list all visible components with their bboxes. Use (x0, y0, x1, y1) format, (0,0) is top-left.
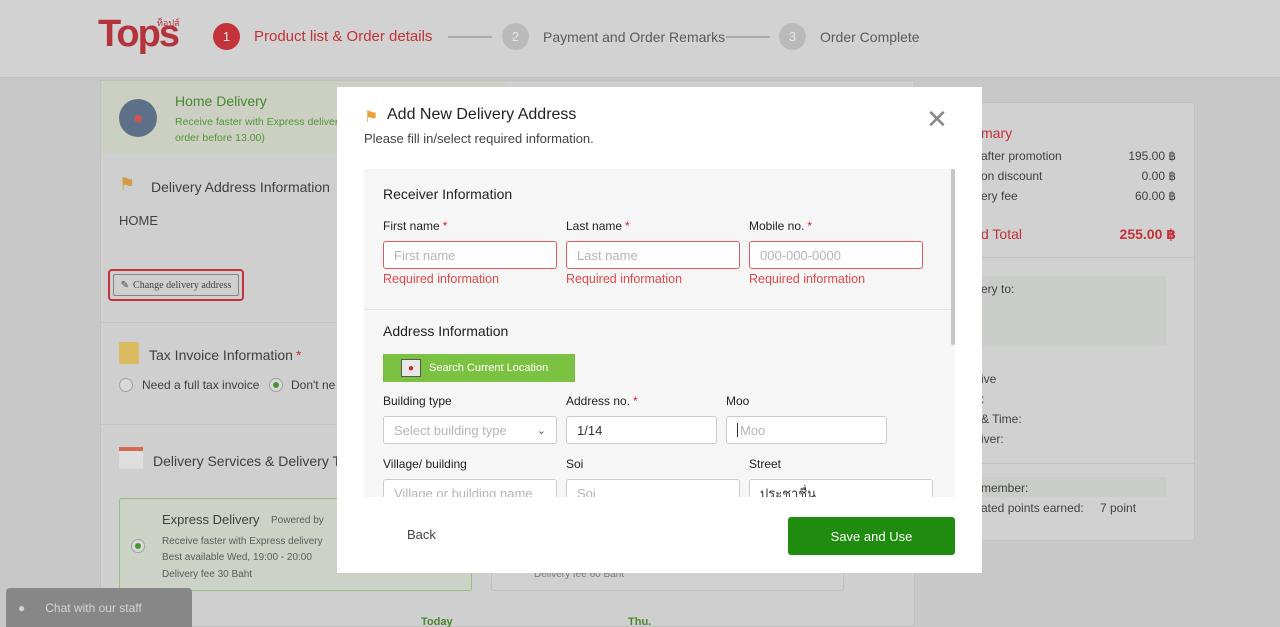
modal-subtitle: Please fill in/select required informati… (364, 131, 594, 146)
building-type-placeholder: Select building type (394, 422, 507, 438)
map-location-icon: ● (401, 359, 421, 377)
address-no-label: Address no. * (566, 394, 638, 408)
mobile-error: Required information (749, 272, 866, 286)
last-name-error: Required information (566, 272, 683, 286)
village-input[interactable] (383, 479, 557, 497)
required-mark: * (442, 219, 448, 233)
moo-input[interactable]: Moo (726, 416, 887, 444)
required-mark: * (807, 219, 813, 233)
address-no-label-text: Address no. (566, 394, 631, 408)
soi-label: Soi (566, 457, 584, 471)
form-scrollbar[interactable] (951, 169, 955, 345)
village-label: Village/ building (383, 457, 467, 471)
search-current-location-label: Search Current Location (429, 362, 549, 374)
map-pin-icon: ⚑ (364, 109, 379, 126)
address-form: Receiver Information First name* Require… (364, 169, 955, 497)
last-name-label-text: Last name (566, 219, 623, 233)
street-label: Street (749, 457, 782, 471)
save-and-use-button[interactable]: Save and Use (788, 517, 955, 555)
last-name-label: Last name * (566, 219, 630, 233)
street-input[interactable]: ประชาชื่น (749, 479, 933, 497)
building-type-label: Building type (383, 394, 452, 408)
mobile-label-text: Mobile no. (749, 219, 805, 233)
text-cursor (737, 423, 738, 437)
moo-placeholder: Moo (740, 422, 766, 438)
soi-input[interactable] (566, 479, 740, 497)
last-name-input[interactable] (566, 241, 740, 269)
chevron-down-icon: ⌄ (536, 424, 546, 437)
receiver-info-title: Receiver Information (383, 186, 513, 202)
mobile-input[interactable] (749, 241, 923, 269)
search-current-location-button[interactable]: ● Search Current Location (383, 354, 575, 382)
first-name-error: Required information (383, 272, 500, 286)
first-name-label-text: First name (383, 219, 440, 233)
back-button[interactable]: Back (407, 527, 436, 542)
add-address-modal: ⚑ Add New Delivery Address Please fill i… (337, 87, 982, 573)
required-mark: * (633, 394, 638, 408)
mobile-label: Mobile no. * (749, 219, 812, 233)
building-type-select[interactable]: Select building type ⌄ (383, 416, 557, 444)
modal-title: Add New Delivery Address (387, 106, 577, 123)
first-name-input[interactable] (383, 241, 557, 269)
moo-label: Moo (726, 394, 750, 408)
section-divider (364, 309, 955, 310)
address-no-input[interactable]: 1/14 (566, 416, 717, 444)
first-name-label: First name * (383, 219, 447, 233)
close-icon[interactable]: ✕ (925, 107, 949, 133)
address-info-title: Address Information (383, 323, 509, 339)
required-mark: * (625, 219, 630, 233)
